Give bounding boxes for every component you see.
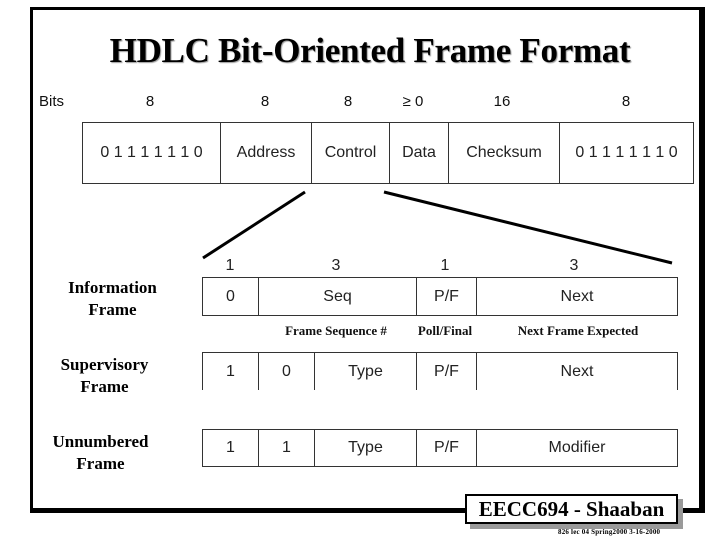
sup-cell-bit2: 0 xyxy=(258,353,314,390)
unn-cell-bit1: 1 xyxy=(226,439,235,456)
unnumbered-label-line1: Unnumbered xyxy=(52,432,149,451)
supervisory-label-line1: Supervisory xyxy=(60,355,149,374)
information-label-line1: Information xyxy=(68,278,157,297)
unnumbered-label-line2: Frame xyxy=(76,454,125,473)
information-frame-row: 0 Seq P/F Next xyxy=(202,277,678,316)
footer-lecture-info: 826 lec 04 Spring2000 3-16-2000 xyxy=(558,528,661,536)
supervisory-frame-row: 1 0 Type P/F Next xyxy=(202,352,678,390)
unnumbered-frame-row: 1 1 Type P/F Modifier xyxy=(202,429,678,467)
expansion-line-left xyxy=(202,190,306,260)
unnumbered-frame-label: Unnumbered Frame xyxy=(38,431,163,475)
unn-cell-bit2: 1 xyxy=(258,430,314,466)
footer-course-label: EECC694 - Shaaban xyxy=(465,494,678,524)
sup-cell-bit1: 1 xyxy=(226,363,235,380)
supervisory-label-line2: Frame xyxy=(80,377,129,396)
control-bit-count-2: 3 xyxy=(331,257,341,274)
unn-cell-type: Type xyxy=(314,430,416,466)
information-frame-label: Information Frame xyxy=(50,277,175,321)
expansion-line-right xyxy=(383,190,673,265)
sup-cell-pf: P/F xyxy=(416,353,476,390)
control-bit-count-4: 3 xyxy=(569,257,579,274)
info-cell-next: Next xyxy=(476,278,677,315)
info-cell-pf: P/F xyxy=(416,278,476,315)
caption-frame-sequence: Frame Sequence # xyxy=(285,323,387,338)
info-cell-seq: Seq xyxy=(258,278,416,315)
supervisory-frame-label: Supervisory Frame xyxy=(42,354,167,398)
control-bit-count-1: 1 xyxy=(225,257,235,274)
caption-next-frame-expected: Next Frame Expected xyxy=(517,323,639,338)
unn-cell-pf: P/F xyxy=(416,430,476,466)
sup-cell-next: Next xyxy=(476,353,677,390)
unn-cell-modifier: Modifier xyxy=(476,430,677,466)
information-label-line2: Frame xyxy=(88,300,137,319)
sup-cell-type: Type xyxy=(314,353,416,390)
caption-poll-final: Poll/Final xyxy=(417,323,473,338)
info-cell-type-bit: 0 xyxy=(226,287,235,305)
control-bit-count-3: 1 xyxy=(440,257,450,274)
